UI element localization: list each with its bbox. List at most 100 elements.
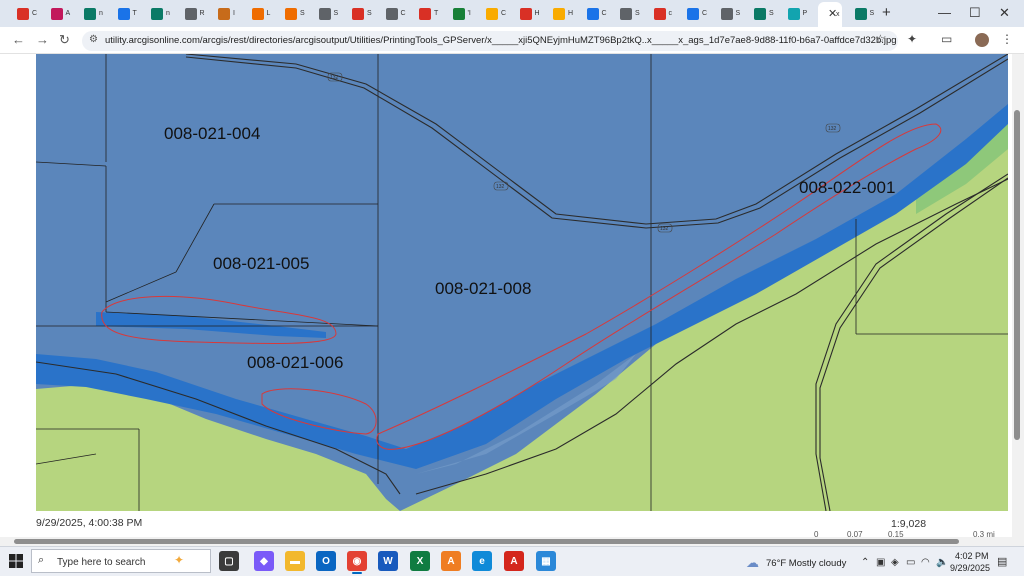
- tab-favicon-icon: [385, 7, 398, 20]
- clock-date[interactable]: 9/29/2025: [950, 563, 990, 573]
- close-tab-icon[interactable]: ✕: [828, 7, 837, 20]
- wifi-icon[interactable]: ◠: [921, 557, 930, 568]
- dropbox-icon[interactable]: ◈: [891, 557, 899, 568]
- horizontal-scroll-thumb[interactable]: [14, 539, 959, 544]
- browser-tab[interactable]: H: [517, 4, 549, 23]
- tab-title: I: [233, 10, 235, 17]
- browser-tab[interactable]: n: [148, 4, 180, 23]
- print-timestamp: 9/29/2025, 4:00:38 PM: [36, 517, 143, 529]
- browser-tab[interactable]: C: [14, 4, 46, 23]
- parcel-label: 008-021-008: [435, 279, 532, 298]
- tab-favicon-icon: [419, 7, 431, 20]
- site-info-icon[interactable]: ⚙: [89, 34, 98, 45]
- tab-title: S: [333, 10, 339, 17]
- notification-icon[interactable]: ▤: [997, 555, 1007, 568]
- acrobat-taskbar-icon[interactable]: A: [504, 551, 524, 571]
- reload-button[interactable]: ↻: [59, 32, 70, 48]
- browser-tab[interactable]: S: [617, 4, 649, 23]
- browser-tab[interactable]: P: [785, 4, 817, 23]
- windows-start-icon[interactable]: [9, 554, 23, 568]
- back-button[interactable]: ←: [12, 32, 25, 47]
- close-window-button[interactable]: ✕: [999, 5, 1010, 21]
- road-label: 132: [330, 75, 339, 81]
- file-explorer-taskbar-icon[interactable]: ▬: [285, 551, 305, 571]
- browser-tab[interactable]: n: [81, 4, 113, 23]
- search-highlight-icon[interactable]: ✦: [174, 553, 184, 567]
- map-scale: 1:9,028: [891, 518, 927, 530]
- task-view-taskbar-icon[interactable]: ▢: [219, 551, 239, 571]
- clock-time[interactable]: 4:02 PM: [955, 551, 989, 561]
- tab-favicon-icon: [653, 7, 666, 20]
- tab-favicon-icon: [553, 7, 565, 20]
- browser-tab[interactable]: T: [115, 4, 147, 23]
- weather-cloud-icon[interactable]: ☁: [746, 555, 759, 571]
- browser-tab[interactable]: S: [852, 4, 884, 23]
- calculator-taskbar-icon[interactable]: ▦: [536, 551, 556, 571]
- copilot-taskbar-icon[interactable]: ◆: [254, 551, 274, 571]
- browser-tab[interactable]: C: [483, 4, 515, 23]
- browser-menu-icon[interactable]: ⋮: [1001, 32, 1013, 46]
- browser-tab[interactable]: S: [349, 4, 381, 23]
- browser-tab[interactable]: C: [584, 4, 616, 23]
- tab-title: C: [601, 10, 607, 17]
- tab-title: T: [434, 10, 439, 17]
- maximize-button[interactable]: ☐: [969, 5, 981, 21]
- extensions-icon[interactable]: ✦: [907, 32, 917, 46]
- arcgis-pro-taskbar-icon[interactable]: A: [441, 551, 461, 571]
- browser-tab[interactable]: S: [751, 4, 783, 23]
- browser-tab[interactable]: C: [684, 4, 716, 23]
- tab-favicon-icon: [285, 7, 297, 20]
- tab-favicon-icon: [586, 7, 599, 20]
- tab-favicon-icon: [218, 7, 230, 20]
- vertical-scroll-thumb[interactable]: [1014, 110, 1020, 440]
- profile-avatar[interactable]: [975, 33, 989, 47]
- browser-tab[interactable]: S: [316, 4, 348, 23]
- browser-tab[interactable]: S: [282, 4, 314, 23]
- tab-title: S: [869, 10, 875, 17]
- word-taskbar-icon[interactable]: W: [378, 551, 398, 571]
- browser-tab[interactable]: T: [416, 4, 448, 23]
- minimize-button[interactable]: —: [938, 5, 951, 20]
- parcel-label: 008-022-001: [799, 178, 896, 197]
- url-text[interactable]: utility.arcgisonline.com/arcgis/rest/dir…: [105, 35, 897, 46]
- battery-icon[interactable]: ▭: [906, 557, 915, 568]
- chrome-taskbar-icon[interactable]: ◉: [347, 551, 367, 574]
- search-placeholder[interactable]: Type here to search: [57, 557, 145, 568]
- tab-title: n: [166, 10, 170, 17]
- road-label: 132: [496, 184, 505, 190]
- browser-tab[interactable]: L: [249, 4, 281, 23]
- tab-favicon-icon: [151, 7, 163, 20]
- tab-title: H: [568, 10, 574, 17]
- weather-widget[interactable]: 76°F Mostly cloudy: [766, 558, 846, 569]
- edge-taskbar-icon[interactable]: e: [472, 551, 492, 571]
- parcel-label: 008-021-005: [213, 254, 310, 273]
- excel-taskbar-icon[interactable]: X: [410, 551, 430, 571]
- tab-favicon-icon: [84, 7, 96, 20]
- browser-tab[interactable]: I: [215, 4, 247, 23]
- meet-now-icon[interactable]: ▣: [876, 557, 885, 568]
- tab-title: L: [266, 10, 271, 17]
- browser-tab[interactable]: R: [182, 4, 214, 23]
- browser-tab[interactable]: S: [718, 4, 750, 23]
- show-hidden-icons-icon[interactable]: ⌃: [861, 557, 869, 568]
- new-tab-button[interactable]: +: [882, 4, 891, 21]
- tab-favicon-icon: [318, 7, 331, 20]
- tab-title: S: [635, 10, 640, 17]
- tab-favicon-icon: [184, 7, 197, 20]
- tab-favicon-icon: [117, 7, 130, 20]
- tab-favicon-icon: [620, 7, 632, 20]
- bookmark-star-icon[interactable]: ☆: [875, 32, 886, 46]
- tab-title: C: [400, 10, 406, 17]
- browser-tab[interactable]: C: [383, 4, 415, 23]
- browser-tab[interactable]: c: [651, 4, 683, 23]
- outlook-taskbar-icon[interactable]: O: [316, 551, 336, 571]
- road-label: 132: [828, 126, 837, 132]
- tab-favicon-icon: [854, 7, 867, 20]
- browser-tab[interactable]: H: [550, 4, 582, 23]
- browser-tab[interactable]: 'I: [450, 4, 482, 23]
- forward-button[interactable]: →: [36, 32, 49, 47]
- browser-tab[interactable]: A: [48, 4, 80, 23]
- tab-favicon-icon: [452, 7, 465, 20]
- volume-icon[interactable]: 🔈: [936, 557, 948, 568]
- cast-icon[interactable]: ▭: [941, 32, 952, 46]
